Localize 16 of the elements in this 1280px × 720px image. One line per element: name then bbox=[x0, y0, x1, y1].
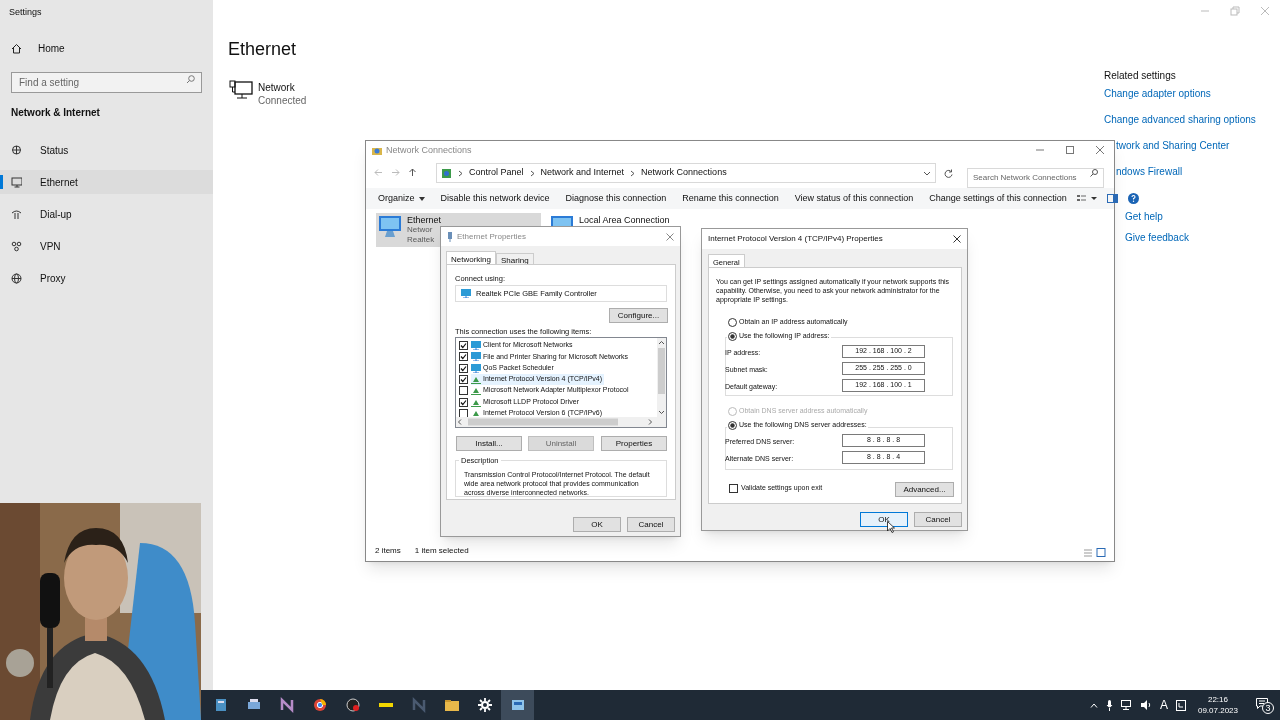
connection-detail: Networ bbox=[407, 225, 434, 235]
status-text: 1 item selected bbox=[414, 545, 469, 557]
window-title: Settings bbox=[9, 6, 42, 19]
dialog-title: Internet Protocol Version 4 (TCP/IPv4) Properties bbox=[708, 233, 883, 245]
notification-badge: 3 bbox=[1262, 702, 1274, 714]
section-heading: Network & Internet bbox=[11, 106, 100, 120]
connection-detail: Realtek bbox=[407, 235, 436, 245]
dialog-title: Ethernet Properties bbox=[457, 230, 526, 243]
connection-name: Local Area Connection bbox=[579, 215, 670, 225]
window-title: Network Connections bbox=[386, 143, 472, 157]
related-settings-heading: Related settings bbox=[1104, 69, 1176, 83]
network-status: Connected bbox=[258, 94, 307, 108]
status-text: 2 items bbox=[375, 545, 401, 557]
connection-name: Ethernet bbox=[407, 215, 442, 225]
page-title: Ethernet bbox=[228, 38, 297, 61]
network-name: Network bbox=[258, 81, 295, 95]
